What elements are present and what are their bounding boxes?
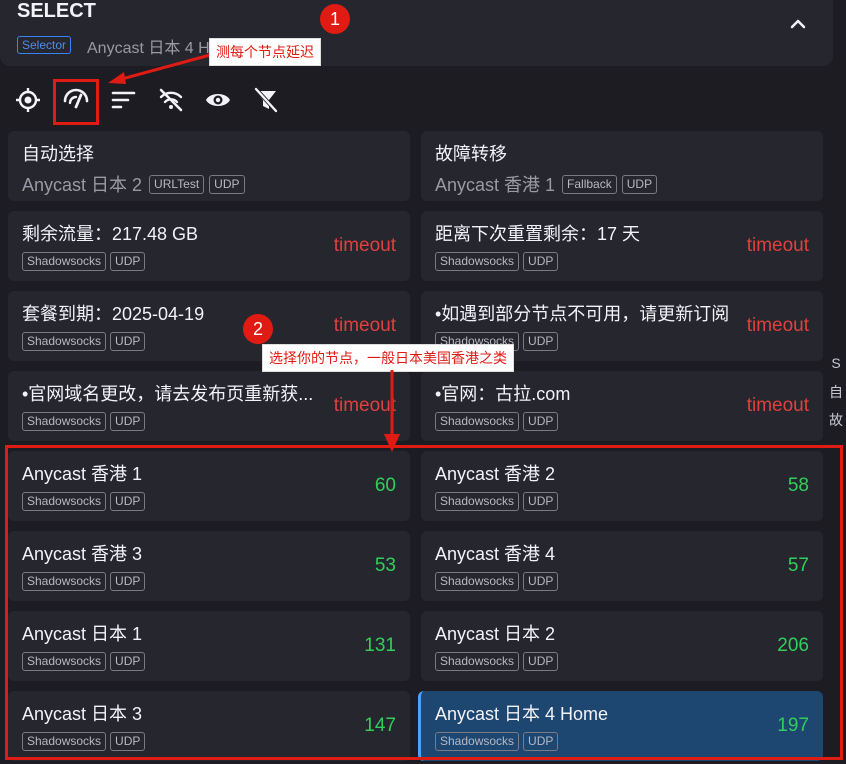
proxy-name: 套餐到期：2025-04-19	[22, 304, 205, 324]
protocol-tag: Shadowsocks	[435, 252, 520, 271]
eye-icon[interactable]	[204, 86, 232, 114]
proxy-card[interactable]: •官网：古拉.com Shadowsocks UDP timeout	[421, 371, 823, 441]
sort-icon[interactable]	[110, 86, 138, 114]
protocol-tag: Shadowsocks	[22, 332, 107, 351]
annotation-step1: 测每个节点延迟	[209, 38, 321, 66]
edge-text: S	[831, 355, 841, 371]
protocol-tag: Shadowsocks	[22, 252, 107, 271]
edge-text: 自	[829, 384, 843, 400]
group-current-proxy: Anycast 日本 2	[22, 175, 143, 195]
protocol-tag: UDP	[523, 412, 559, 431]
filter-off-icon[interactable]	[252, 86, 280, 114]
arrow-down-icon	[384, 370, 400, 452]
protocol-tag: UDP	[621, 174, 658, 194]
latency-value[interactable]: timeout	[334, 315, 396, 337]
protocol-tag: UDP	[209, 174, 245, 194]
proxy-name: •官网域名更改，请去发布页重新获...	[22, 384, 314, 404]
locate-icon[interactable]	[14, 86, 42, 114]
highlight-node-list	[5, 445, 843, 760]
protocol-tag: UDP	[523, 252, 559, 271]
protocol-tag: UDP	[110, 412, 146, 431]
protocol-tag: UDP	[110, 332, 146, 351]
proxy-tags: Shadowsocks UDP	[435, 412, 559, 431]
proxy-group-card[interactable]: 自动选择 Anycast 日本 2 URLTest UDP	[8, 131, 410, 201]
chevron-up-icon[interactable]	[786, 12, 810, 36]
proxy-tags: Shadowsocks UDP	[22, 252, 146, 271]
step-number-1: 1	[320, 4, 350, 34]
proxy-card[interactable]: 距离下次重置剩余：17 天 Shadowsocks UDP timeout	[421, 211, 823, 281]
latency-value[interactable]: timeout	[747, 395, 809, 417]
proxy-name: 剩余流量：217.48 GB	[22, 224, 199, 244]
group-current-proxy: Anycast 香港 1	[435, 175, 556, 195]
proxy-group-card[interactable]: 故障转移 Anycast 香港 1 Fallback UDP	[421, 131, 823, 201]
protocol-tag: Shadowsocks	[22, 412, 107, 431]
group-type-badge: Selector	[17, 36, 72, 54]
hide-icon[interactable]	[157, 86, 185, 114]
protocol-tag: Shadowsocks	[435, 412, 520, 431]
latency-value[interactable]: timeout	[747, 235, 809, 257]
proxy-name: •如遇到部分节点不可用，请更新订阅	[435, 304, 730, 324]
proxy-tags: Shadowsocks UDP	[22, 412, 146, 431]
group-detail: Anycast 香港 1 Fallback UDP	[435, 171, 658, 197]
protocol-tag: UDP	[110, 252, 146, 271]
group-detail: Anycast 日本 2 URLTest UDP	[22, 171, 245, 197]
protocol-tag: Fallback	[562, 174, 617, 194]
proxy-name: 距离下次重置剩余：17 天	[435, 224, 641, 244]
proxy-tags: Shadowsocks UDP	[435, 252, 559, 271]
proxy-name: •官网：古拉.com	[435, 384, 571, 404]
protocol-tag: UDP	[523, 332, 559, 351]
step-number-2: 2	[243, 314, 273, 344]
proxy-card[interactable]: •官网域名更改，请去发布页重新获... Shadowsocks UDP timeout	[8, 371, 410, 441]
group-title: SELECT	[17, 0, 96, 22]
proxy-tags: Shadowsocks UDP	[22, 332, 146, 351]
arrow-icon	[108, 53, 211, 84]
highlight-speed-test	[53, 79, 99, 125]
latency-value[interactable]: timeout	[334, 235, 396, 257]
group-name: 自动选择	[22, 144, 94, 164]
protocol-tag: URLTest	[149, 174, 205, 194]
proxy-card[interactable]: 剩余流量：217.48 GB Shadowsocks UDP timeout	[8, 211, 410, 281]
latency-value[interactable]: timeout	[747, 315, 809, 337]
group-name: 故障转移	[435, 144, 507, 164]
edge-text: 故	[829, 412, 843, 428]
